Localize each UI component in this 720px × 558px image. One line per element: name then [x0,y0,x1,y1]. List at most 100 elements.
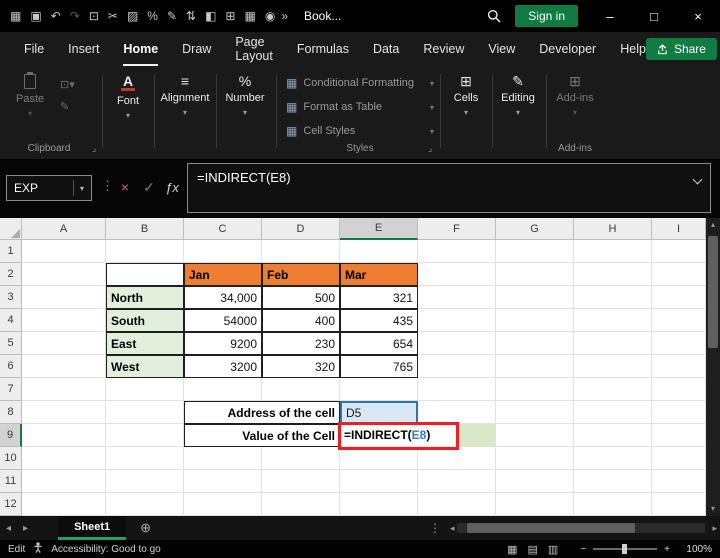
cell-I9[interactable] [652,424,706,447]
font-group-button[interactable]: A Font ▾ [106,74,150,120]
name-box[interactable]: EXP ▾ [6,175,92,201]
tab-page-layout[interactable]: Page Layout [235,32,273,66]
row-header-4[interactable]: 4 [0,309,22,332]
editing-group-button[interactable]: ✎ Editing ▾ [494,74,542,117]
col-header-F[interactable]: F [418,218,496,240]
cell-I11[interactable] [652,470,706,493]
tab-help[interactable]: Help [620,32,646,66]
sign-in-button[interactable]: Sign in [515,5,578,27]
tab-developer[interactable]: Developer [539,32,596,66]
cell-A9[interactable] [22,424,106,447]
borders-icon[interactable]: ⊞ [225,9,235,23]
col-header-E[interactable]: E [340,218,418,240]
cell-E4[interactable]: 435 [340,309,418,332]
cell-F8[interactable] [418,401,496,424]
tab-data[interactable]: Data [373,32,399,66]
cell-C6[interactable]: 3200 [184,355,262,378]
cell-C9[interactable]: Value of the Cell [184,424,340,447]
cell-C10[interactable] [184,447,262,470]
copy-icon[interactable]: ⊡ [89,9,99,23]
cell-G11[interactable] [496,470,574,493]
vertical-scrollbar-thumb[interactable] [708,236,718,348]
enter-icon[interactable]: ✓ [138,174,160,200]
col-header-C[interactable]: C [184,218,262,240]
cell-H2[interactable] [574,263,652,286]
cell-G1[interactable] [496,240,574,263]
formula-bar-expand-icon[interactable] [693,175,703,185]
cell-B4[interactable]: South [106,309,184,332]
cell-C12[interactable] [184,493,262,516]
cell-I3[interactable] [652,286,706,309]
tab-insert[interactable]: Insert [68,32,99,66]
page-break-view-icon[interactable]: ▥ [548,543,558,556]
cell-H6[interactable] [574,355,652,378]
sheet-tab-sheet1[interactable]: Sheet1 [58,516,126,540]
cell-B10[interactable] [106,447,184,470]
cells-group-button[interactable]: ⊞ Cells ▾ [444,74,488,117]
cell-D2[interactable]: Feb [262,263,340,286]
cell-H9[interactable] [574,424,652,447]
cell-A4[interactable] [22,309,106,332]
col-header-B[interactable]: B [106,218,184,240]
format-painter-icon[interactable]: ✎ [60,100,75,113]
cell-G5[interactable] [496,332,574,355]
row-header-10[interactable]: 10 [0,447,22,470]
zoom-out-icon[interactable]: − [580,544,586,555]
cell-E6[interactable]: 765 [340,355,418,378]
paste-special-icon[interactable]: ⊡▾ [60,78,75,91]
cell-F6[interactable] [418,355,496,378]
cell-H11[interactable] [574,470,652,493]
cell-G4[interactable] [496,309,574,332]
cell-I1[interactable] [652,240,706,263]
accessibility-icon[interactable] [33,542,43,556]
cell-B3[interactable]: North [106,286,184,309]
cell-F7[interactable] [418,378,496,401]
cell-D4[interactable]: 400 [262,309,340,332]
qat-overflow-chevron-icon[interactable]: » [281,9,288,23]
cell-F1[interactable] [418,240,496,263]
cell-C5[interactable]: 9200 [184,332,262,355]
maximize-button[interactable]: □ [632,0,676,32]
paste-button[interactable]: Paste ▾ [16,74,44,118]
cell-A6[interactable] [22,355,106,378]
scroll-right-icon[interactable]: ▸ [709,523,720,534]
tab-review[interactable]: Review [423,32,464,66]
tab-view[interactable]: View [488,32,515,66]
fill-color-icon[interactable]: ◧ [205,9,216,23]
cell-D7[interactable] [262,378,340,401]
table-icon[interactable]: ▦ [244,9,255,23]
cell-A11[interactable] [22,470,106,493]
vertical-scrollbar[interactable]: ▴ ▾ [706,218,720,516]
cell-B12[interactable] [106,493,184,516]
cell-A3[interactable] [22,286,106,309]
select-all-button[interactable] [0,218,22,240]
formula-input[interactable]: =INDIRECT(E8) [187,163,711,213]
cell-I10[interactable] [652,447,706,470]
normal-view-icon[interactable]: ▦ [507,543,517,556]
cell-H10[interactable] [574,447,652,470]
cell-H5[interactable] [574,332,652,355]
cell-A1[interactable] [22,240,106,263]
row-header-7[interactable]: 7 [0,378,22,401]
accessibility-status[interactable]: Accessibility: Good to go [51,544,161,555]
horizontal-scrollbar-thumb[interactable] [467,523,635,533]
cut-icon[interactable]: ✂ [108,9,118,23]
row-header-12[interactable]: 12 [0,493,22,516]
cell-F12[interactable] [418,493,496,516]
row-header-6[interactable]: 6 [0,355,22,378]
addins-button[interactable]: ⊞ Add-ins ▾ [550,74,600,117]
cell-E2[interactable]: Mar [340,263,418,286]
cell-B6[interactable]: West [106,355,184,378]
col-header-G[interactable]: G [496,218,574,240]
cell-E12[interactable] [340,493,418,516]
cell-D5[interactable]: 230 [262,332,340,355]
cell-B9[interactable] [106,424,184,447]
cell-B7[interactable] [106,378,184,401]
cell-E5[interactable]: 654 [340,332,418,355]
cell-G8[interactable] [496,401,574,424]
cell-B8[interactable] [106,401,184,424]
clipboard-dialog-launcher-icon[interactable]: ⌟ [92,143,96,154]
cell-H12[interactable] [574,493,652,516]
cell-G2[interactable] [496,263,574,286]
cell-E1[interactable] [340,240,418,263]
